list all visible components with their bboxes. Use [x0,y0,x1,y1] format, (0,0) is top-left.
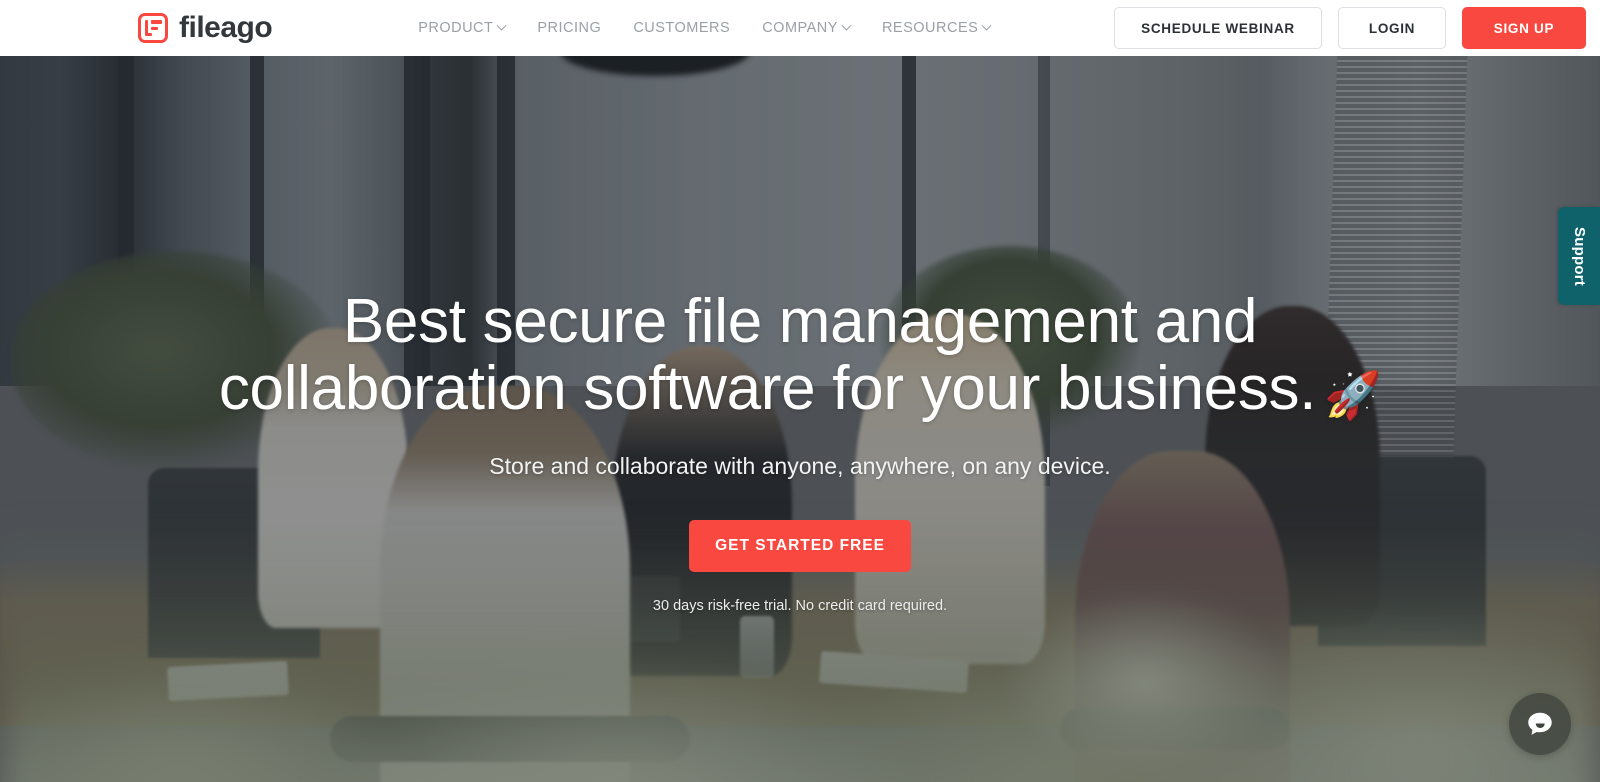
hero-section: Best secure file management and collabor… [0,56,1600,782]
nav-item-pricing[interactable]: PRICING [521,20,617,36]
chevron-down-icon [981,20,992,31]
site-header: fileago PRODUCT PRICING CUSTOMERS COMPAN… [0,0,1600,56]
page-root: fileago PRODUCT PRICING CUSTOMERS COMPAN… [0,0,1600,782]
chat-widget-button[interactable] [1509,693,1571,755]
nav-item-product[interactable]: PRODUCT [402,20,521,36]
nav-label-company: COMPANY [762,20,838,36]
support-tab-label: Support [1570,226,1588,286]
hero-subheadline: Store and collaborate with anyone, anywh… [489,452,1111,479]
chevron-down-icon [496,20,507,31]
get-started-free-button[interactable]: GET STARTED FREE [689,519,911,572]
schedule-webinar-button[interactable]: SCHEDULE WEBINAR [1114,7,1322,49]
support-tab[interactable]: Support [1558,207,1600,305]
chevron-down-icon [841,20,852,31]
login-button[interactable]: LOGIN [1338,7,1446,49]
nav-label-pricing: PRICING [537,20,602,36]
nav-label-product: PRODUCT [418,20,494,36]
chat-bubble-icon [1528,712,1552,735]
sign-up-button[interactable]: SIGN UP [1462,7,1586,49]
hero-headline: Best secure file management and collabor… [210,287,1390,423]
hero-trial-note: 30 days risk-free trial. No credit card … [652,597,948,614]
nav-item-company[interactable]: COMPANY [746,20,866,36]
brand-logo-link[interactable]: fileago [138,11,273,44]
nav-label-resources: RESOURCES [881,20,979,36]
nav-item-customers[interactable]: CUSTOMERS [617,20,746,36]
brand-name: fileago [179,11,273,44]
nav-label-customers: CUSTOMERS [633,20,731,36]
main-navigation: PRODUCT PRICING CUSTOMERS COMPANY RESOUR… [402,20,1006,36]
hero-content: Best secure file management and collabor… [0,56,1600,782]
fileago-logo-icon [138,13,168,43]
rocket-icon: 🚀 [1324,368,1382,421]
hero-headline-line2: collaboration software for your business… [218,353,1317,423]
hero-headline-line1: Best secure file management and [342,287,1258,356]
header-actions: SCHEDULE WEBINAR LOGIN SIGN UP [1114,7,1586,49]
nav-item-resources[interactable]: RESOURCES [866,20,1006,36]
